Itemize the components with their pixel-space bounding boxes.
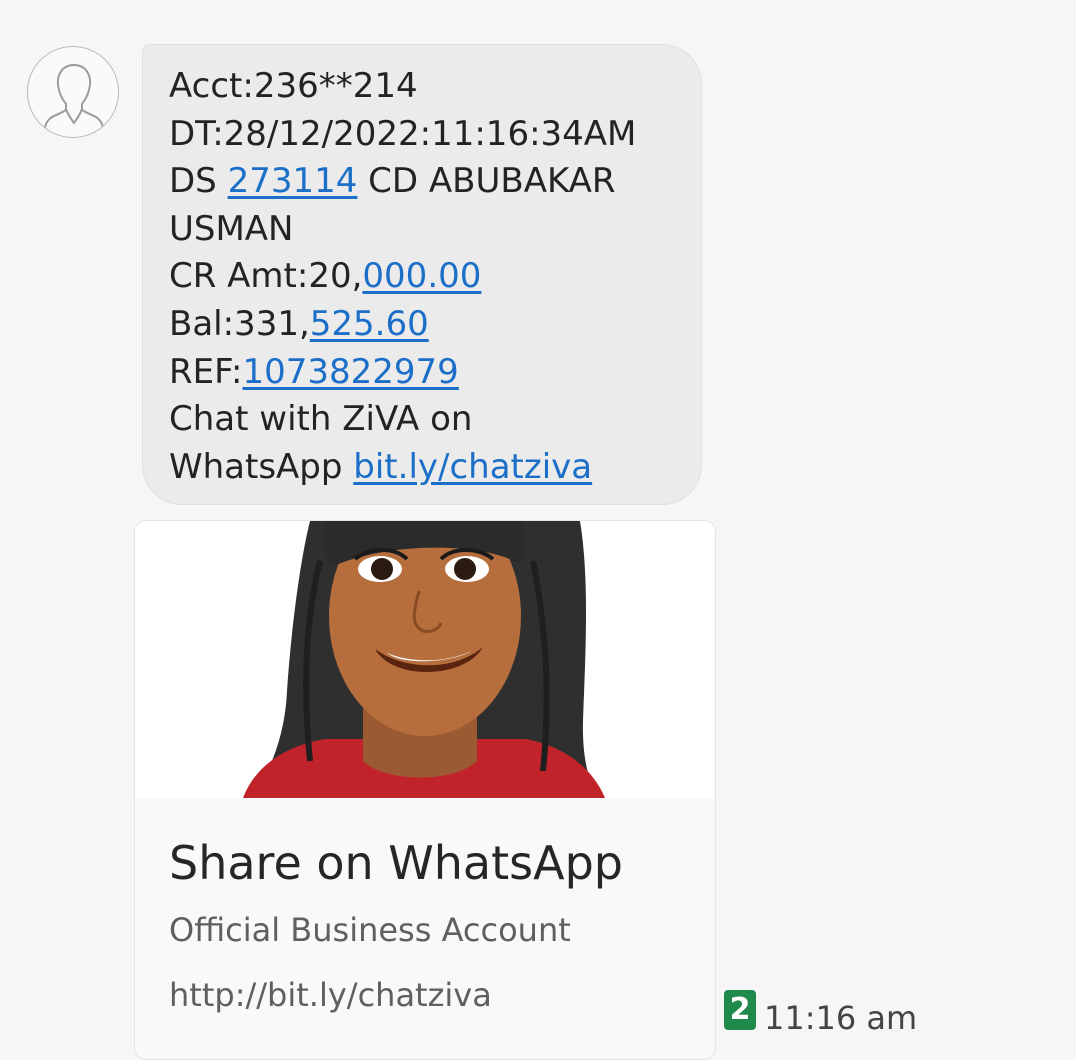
message-text: Acct:236**214 (169, 66, 418, 106)
preview-image[interactable] (135, 521, 715, 798)
message-bubble[interactable]: Acct:236**214 DT:28/12/2022:11:16:34AM DS … (142, 44, 702, 505)
message-line: Chat with ZiVA on (169, 396, 681, 444)
message-line: Acct:236**214 (169, 63, 681, 111)
link-preview-card[interactable]: Share on WhatsApp Official Business Acco… (134, 520, 716, 1060)
message-line: DT:28/12/2022:11:16:34AM (169, 111, 681, 159)
message-line: WhatsApp bit.ly/chatziva (169, 444, 681, 492)
preview-title: Share on WhatsApp (169, 836, 623, 890)
message-line: CR Amt:20,000.00 (169, 253, 681, 301)
sender-avatar-icon[interactable] (27, 46, 119, 138)
preview-subtitle: Official Business Account (169, 911, 571, 949)
message-line: DS 273114 CD ABUBAKAR (169, 158, 681, 206)
message-meta: 2 11:16 am (724, 990, 917, 1037)
message-line: USMAN (169, 206, 681, 254)
message-link[interactable]: 525.60 (310, 304, 429, 344)
message-link[interactable]: bit.ly/chatziva (353, 447, 592, 487)
message-line: Bal:331,525.60 (169, 301, 681, 349)
message-text: USMAN (169, 208, 294, 249)
sim-2-icon: 2 (724, 990, 756, 1030)
message-line: REF:1073822979 (169, 349, 681, 397)
message-time: 11:16 am (764, 999, 918, 1037)
message-link[interactable]: 000.00 (362, 256, 481, 296)
message-link[interactable]: 273114 (228, 161, 358, 201)
preview-url[interactable]: http://bit.ly/chatziva (169, 976, 492, 1014)
message-text: CD ABUBAKAR (357, 161, 616, 202)
message-text: DT:28/12/2022:11:16:34AM (169, 113, 637, 154)
message-text: WhatsApp (169, 446, 354, 487)
message-text: Bal:331, (169, 303, 310, 344)
message-text: REF: (169, 351, 243, 392)
message-text: DS (169, 161, 228, 202)
message-text: Chat with ZiVA on (169, 399, 473, 440)
message-link[interactable]: 1073822979 (242, 352, 458, 392)
message-text: CR Amt:20, (169, 256, 363, 297)
